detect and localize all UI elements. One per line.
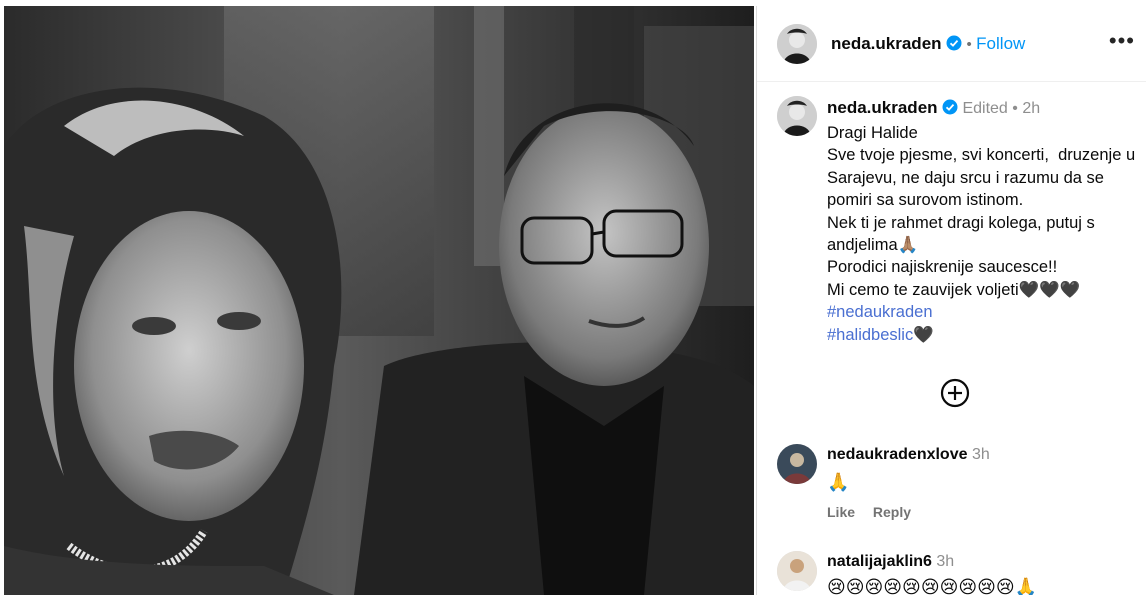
hashtag-suffix-emoji: 🖤 <box>913 325 934 344</box>
comment-actions: Like Reply <box>827 504 925 520</box>
comment-avatar[interactable] <box>777 551 817 591</box>
post-side-panel: neda.ukraden • Follow ••• neda.ukraden E… <box>756 6 1146 595</box>
post-header: neda.ukraden • Follow ••• <box>757 6 1146 82</box>
author-avatar-image <box>777 24 817 64</box>
comment-item: nedaukradenxlove 3h 🙏 Like Reply <box>757 442 1146 532</box>
comment-text: 😢😢😢😢😢😢😢😢😢😢🙏 <box>827 577 1038 595</box>
comment-username[interactable]: natalijajaklin6 <box>827 553 932 570</box>
caption-separator-dot: • <box>1012 100 1023 117</box>
comment-text: 🙏 <box>827 472 850 492</box>
caption-line: Mi cemo te zauvijek voljeti🖤🖤🖤 <box>827 280 1081 299</box>
caption-verified-badge-icon <box>942 99 958 115</box>
caption-line: Dragi Halide <box>827 124 918 142</box>
caption-username[interactable]: neda.ukraden <box>827 98 938 117</box>
comment-avatar-image <box>777 551 817 591</box>
comment-time[interactable]: 3h <box>936 553 954 570</box>
follow-button[interactable]: Follow <box>976 34 1025 53</box>
caption-time[interactable]: 2h <box>1022 100 1040 117</box>
caption-line: Nek ti je rahmet dragi kolega, putuj s a… <box>827 213 1100 255</box>
comment-time[interactable]: 3h <box>972 446 990 463</box>
more-horizontal-icon[interactable]: ••• <box>1109 28 1135 54</box>
verified-badge-icon <box>946 35 962 51</box>
comment-reply-button[interactable]: Reply <box>873 504 911 520</box>
comment-username[interactable]: nedaukradenxlove <box>827 446 968 463</box>
header-author-row: neda.ukraden • Follow <box>831 34 1025 54</box>
caption-author-avatar[interactable] <box>777 96 817 136</box>
hashtag-link[interactable]: #nedaukraden <box>827 303 933 321</box>
comment-avatar[interactable] <box>777 444 817 484</box>
post-photo[interactable] <box>4 6 754 595</box>
instagram-post-modal: neda.ukraden • Follow ••• neda.ukraden E… <box>0 0 1146 595</box>
edited-label: Edited <box>962 100 1008 117</box>
hashtag-link[interactable]: #halidbeslic <box>827 326 913 344</box>
header-separator-dot: • <box>966 36 972 53</box>
author-avatar[interactable] <box>777 24 817 64</box>
comment-like-button[interactable]: Like <box>827 504 855 520</box>
caption-avatar-image <box>777 96 817 136</box>
comment-avatar-image <box>777 444 817 484</box>
caption-header-row: neda.ukraden Edited • 2h <box>827 98 1040 118</box>
header-username[interactable]: neda.ukraden <box>831 34 942 53</box>
plus-circle-icon[interactable] <box>940 378 970 408</box>
caption-line: Sve tvoje pjesme, svi koncerti, druzenje… <box>827 146 1140 210</box>
caption-line: Porodici najiskrenije saucesce!! <box>827 258 1058 277</box>
caption-body: Dragi Halide Sve tvoje pjesme, svi konce… <box>827 122 1137 346</box>
post-photo-image <box>4 6 754 595</box>
comment-item: natalijajaklin6 3h 😢😢😢😢😢😢😢😢😢😢🙏 <box>757 549 1146 595</box>
